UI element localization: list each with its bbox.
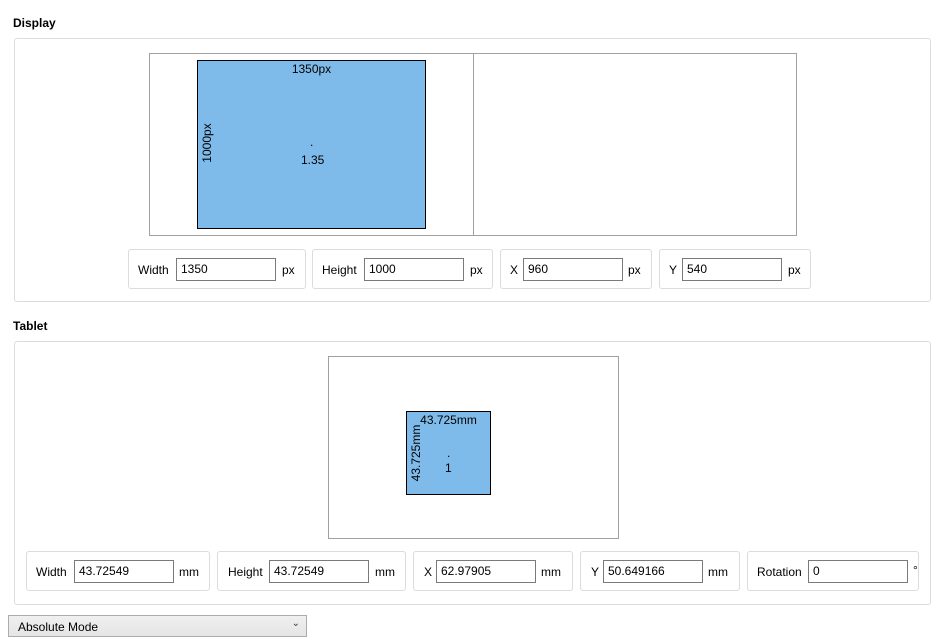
monitor-divider — [473, 54, 474, 235]
tablet-width-unit: mm — [179, 565, 199, 579]
display-center-marker: . — [310, 135, 314, 149]
display-width-label-text: Width — [138, 263, 169, 277]
tablet-rotation-input[interactable]: 0 — [808, 560, 908, 583]
tablet-y-input[interactable]: 50.649166 — [603, 560, 703, 583]
tablet-y-field: Y 50.649166 mm — [580, 551, 740, 591]
display-x-field: X 960 px — [500, 249, 652, 289]
tablet-height-input[interactable]: 43.72549 — [269, 560, 369, 583]
mode-select[interactable]: Absolute Mode ⌄ — [8, 615, 307, 637]
tablet-height-field: Height 43.72549 mm — [217, 551, 406, 591]
tablet-width-field: Width 43.72549 mm — [26, 551, 210, 591]
display-y-input[interactable]: 540 — [682, 258, 782, 281]
display-x-label-text: X — [510, 263, 519, 277]
display-x-unit: px — [628, 263, 641, 277]
display-y-field: Y 540 px — [659, 249, 811, 289]
mode-select-value: Absolute Mode — [18, 620, 99, 634]
tablet-x-unit: mm — [541, 565, 561, 579]
tablet-height-label: 43.725mm — [409, 424, 423, 482]
tablet-height-label-text: Height — [228, 565, 263, 579]
display-width-field: Width 1350 px — [128, 249, 306, 289]
tablet-height-unit: mm — [375, 565, 395, 579]
tablet-width-input[interactable]: 43.72549 — [74, 560, 174, 583]
tablet-width-label-text: Width — [36, 565, 67, 579]
display-height-label: 1000px — [200, 123, 214, 163]
display-width-label: 1350px — [291, 62, 332, 76]
display-height-label-text: Height — [322, 263, 357, 277]
display-y-label-text: Y — [669, 263, 678, 277]
tablet-rotation-field: Rotation 0 ° — [747, 551, 919, 591]
display-x-input[interactable]: 960 — [523, 258, 623, 281]
tablet-digitizer-area: 43.725mm 43.725mm . 1 — [328, 356, 619, 539]
display-monitors-area: 1350px 1000px . 1.35 — [149, 53, 797, 236]
display-height-field: Height 1000 px — [312, 249, 493, 289]
tablet-x-input[interactable]: 62.97905 — [436, 560, 536, 583]
display-y-unit: px — [788, 263, 801, 277]
tablet-rotation-label-text: Rotation — [757, 565, 802, 579]
tablet-rotation-unit: ° — [913, 563, 918, 577]
tablet-y-unit: mm — [708, 565, 728, 579]
tablet-section-title: Tablet — [13, 319, 48, 333]
display-section-title: Display — [13, 16, 56, 30]
tablet-y-label-text: Y — [591, 565, 600, 579]
tablet-aspect-label: 1 — [445, 461, 452, 475]
chevron-down-icon: ⌄ — [291, 618, 300, 629]
display-height-unit: px — [470, 263, 483, 277]
tablet-x-label-text: X — [424, 565, 433, 579]
tablet-area-rect[interactable]: 43.725mm 43.725mm . 1 — [406, 411, 491, 495]
tablet-center-marker: . — [447, 446, 451, 460]
display-area-rect[interactable]: 1350px 1000px . 1.35 — [197, 60, 426, 229]
display-width-unit: px — [282, 263, 295, 277]
display-width-input[interactable]: 1350 — [176, 258, 276, 281]
display-height-input[interactable]: 1000 — [364, 258, 464, 281]
display-aspect-label: 1.35 — [301, 153, 325, 167]
tablet-x-field: X 62.97905 mm — [413, 551, 573, 591]
